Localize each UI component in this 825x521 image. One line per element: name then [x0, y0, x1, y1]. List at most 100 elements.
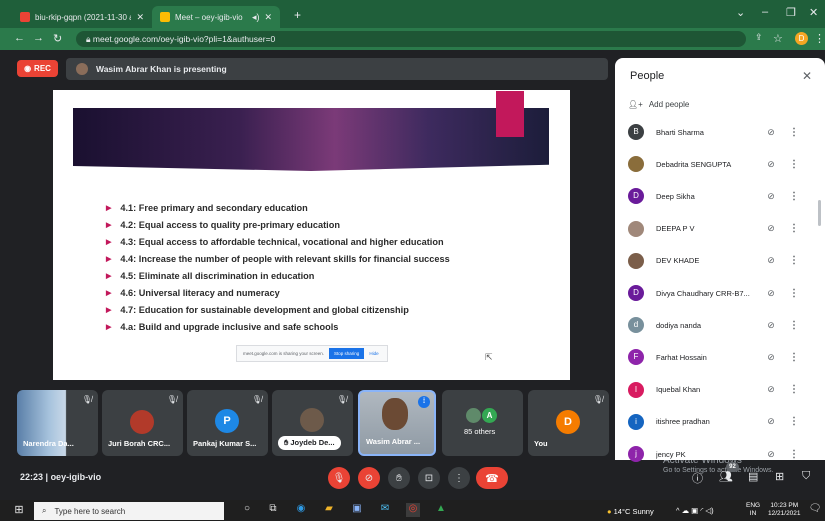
reload-icon[interactable]: ↻ [53, 32, 62, 45]
leave-call-button[interactable]: ☎︎ [476, 467, 508, 489]
region-code: IN [749, 510, 757, 517]
people-button[interactable]: 👥︎ 92 [719, 462, 739, 483]
browser-tab-gmail[interactable]: biu-rkip-gqpn (2021-11-30 at 20 ✕ [12, 6, 152, 28]
task-view-icon[interactable]: ⧉ [266, 503, 280, 517]
participant-tile-self[interactable]: 🎙︎̸ D You [528, 390, 609, 456]
more-options-icon[interactable]: ⋮ [784, 288, 804, 299]
participant-row[interactable]: I Iquebal Khan ⊘ ⋮ [628, 381, 813, 399]
system-tray-icons[interactable]: ^ ☁︎ ▣ ◜ ◁) [676, 506, 714, 515]
slide-bullet: ▶ 4.5: Eliminate all discrimination in ed… [106, 271, 314, 281]
raise-hand-button[interactable]: ✋︎ [388, 467, 410, 489]
speaker-icon: ◂) [251, 11, 260, 22]
participant-tile[interactable]: 🎙︎̸ Juri Borah CRC... [102, 390, 183, 456]
participant-tile[interactable]: 🎙︎̸ ✋︎ Joydeb De... [272, 390, 353, 456]
new-tab-button[interactable]: + [294, 8, 301, 22]
participant-row[interactable]: D Deep Sikha ⊘ ⋮ [628, 187, 813, 205]
windows-start-icon[interactable]: ⊞ [12, 503, 26, 517]
participant-tile[interactable]: 🎙︎̸ Narendra Da... [17, 390, 98, 456]
back-icon[interactable]: ← [14, 32, 25, 44]
more-options-icon[interactable]: ⋮ [784, 320, 804, 331]
present-button[interactable]: ⊡ [418, 467, 440, 489]
participant-tile-others[interactable]: A 85 others [442, 390, 523, 456]
activities-button[interactable]: ⊞ [775, 470, 784, 483]
add-people-button[interactable]: 👤︎+ Add people [628, 100, 689, 109]
more-options-icon[interactable]: ⋮ [784, 416, 804, 427]
camera-off-icon: ⊘ [364, 472, 374, 484]
close-panel-icon[interactable]: ✕ [802, 69, 812, 83]
participant-name: Iquebal Khan [656, 385, 701, 395]
profile-avatar[interactable]: D [795, 32, 808, 45]
more-options-button[interactable]: ⋮ [448, 467, 470, 489]
close-window-icon[interactable]: ✕ [809, 6, 818, 19]
participant-row[interactable]: DEEPA P V ⊘ ⋮ [628, 220, 813, 238]
bullet-arrow-icon: ▶ [106, 205, 112, 212]
cortana-icon[interactable]: ○ [240, 503, 254, 517]
participant-row[interactable]: d dodiya nanda ⊘ ⋮ [628, 316, 813, 334]
address-bar[interactable]: 🔒︎ meet.google.com/oey-igib-vio?pli=1&au… [76, 31, 746, 47]
participant-row[interactable]: F Farhat Hossain ⊘ ⋮ [628, 348, 813, 366]
more-options-icon[interactable]: ⋮ [784, 191, 804, 202]
participant-tile-speaking[interactable]: ⁞ Wasim Abrar ... [358, 390, 436, 456]
minimize-icon[interactable]: – [762, 6, 768, 18]
more-options-icon[interactable]: ⋮ [784, 449, 804, 460]
forward-icon[interactable]: → [33, 32, 44, 44]
file-explorer-icon[interactable]: ▰ [322, 503, 336, 517]
bookmark-star-icon[interactable]: ☆ [773, 32, 783, 45]
camera-toggle-button[interactable]: ⊘ [358, 467, 380, 489]
more-options-icon[interactable]: ⋮ [784, 159, 804, 170]
language-indicator[interactable]: ENG IN [746, 502, 760, 518]
chrome-icon[interactable]: ◎ [406, 503, 420, 517]
panel-scrollbar[interactable] [818, 200, 821, 226]
meeting-details-button[interactable]: ⓘ [692, 470, 703, 486]
weather-widget[interactable]: ● 14°C Sunny [607, 507, 654, 516]
bullet-arrow-icon: ▶ [106, 290, 112, 297]
app-icon[interactable]: ▲ [434, 503, 448, 517]
participant-tile[interactable]: 🎙︎̸ P Pankaj Kumar S... [187, 390, 268, 456]
participant-row[interactable]: i itishree pradhan ⊘ ⋮ [628, 413, 813, 431]
participant-avatar: d [628, 317, 644, 334]
hide-share-bar-button[interactable]: Hide [369, 351, 378, 356]
store-icon[interactable]: ▣ [350, 503, 364, 517]
tab-search-icon[interactable]: ⌄ [736, 6, 745, 19]
notifications-icon[interactable]: 🗨︎ [808, 503, 822, 517]
stop-sharing-button[interactable]: Stop sharing [329, 348, 365, 359]
menu-icon[interactable]: ⋮ [814, 32, 825, 45]
more-options-icon[interactable]: ⋮ [784, 352, 804, 363]
mic-off-icon: ⊘ [767, 158, 775, 169]
present-icon: ⊡ [424, 472, 434, 484]
participant-count-badge: 92 [726, 462, 739, 472]
taskbar-search-input[interactable]: ⌕ Type here to search [34, 502, 224, 520]
close-tab-icon[interactable]: ✕ [264, 12, 272, 23]
mic-off-icon: ⊘ [767, 319, 775, 330]
share-icon[interactable]: ⇪ [755, 32, 763, 43]
mail-icon[interactable]: ✉ [378, 503, 392, 517]
more-options-icon[interactable]: ⋮ [784, 127, 804, 138]
browser-tab-meet[interactable]: Meet – oey-igib-vio ◂) ✕ [152, 6, 280, 28]
mic-off-icon: 🎙︎̸ [81, 395, 92, 404]
taskbar-clock[interactable]: 10:23 PM 12/21/2021 [768, 502, 801, 518]
participant-row[interactable]: DEV KHADE ⊘ ⋮ [628, 252, 813, 270]
language-code: ENG [746, 502, 761, 509]
mic-off-icon: 🎙︎̸ [251, 395, 262, 404]
close-tab-icon[interactable]: ✕ [136, 12, 144, 23]
more-vert-icon: ⋮ [454, 472, 464, 484]
meeting-info: 22:23 | oey-igib-vio [20, 472, 102, 482]
edge-icon[interactable]: ◉ [294, 503, 308, 517]
participant-name: Pankaj Kumar S... [193, 439, 257, 448]
participant-row[interactable]: D Divya Chaudhary CRR-B7... ⊘ ⋮ [628, 284, 813, 302]
screen-share-bar: meet.google.com is sharing your screen. … [236, 345, 388, 362]
bullet-arrow-icon: ▶ [106, 222, 112, 229]
participant-row[interactable]: Debadrita SENGUPTA ⊘ ⋮ [628, 155, 813, 173]
more-options-icon[interactable]: ⋮ [784, 223, 804, 234]
mic-toggle-button[interactable]: 🎙︎ [328, 467, 350, 489]
participant-row[interactable]: B Bharti Sharma ⊘ ⋮ [628, 123, 813, 141]
participant-row[interactable]: j jency PK ⊘ ⋮ [628, 445, 813, 463]
more-options-icon[interactable]: ⋮ [784, 384, 804, 395]
maximize-icon[interactable]: ❐ [786, 6, 796, 19]
bullet-text: 4.6: Universal literacy and numeracy [120, 288, 280, 298]
more-options-icon[interactable]: ⋮ [784, 255, 804, 266]
host-controls-button[interactable]: ⛉ [802, 470, 810, 483]
participant-name-pill: ✋︎ Joydeb De... [278, 436, 341, 450]
chat-button[interactable]: ▤ [748, 470, 758, 483]
participant-name: Debadrita SENGUPTA [656, 159, 732, 169]
